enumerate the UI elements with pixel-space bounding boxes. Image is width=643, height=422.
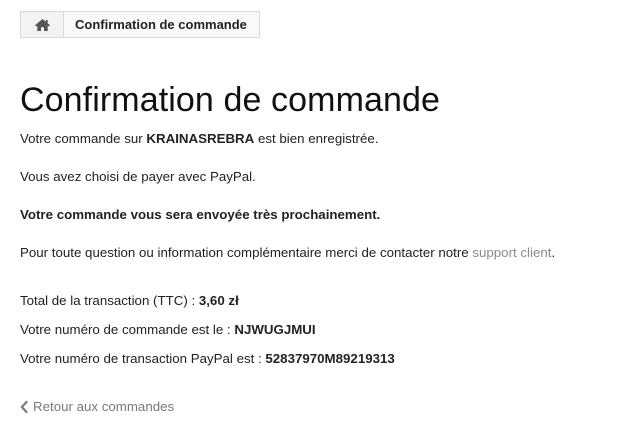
- breadcrumb-current: Confirmation de commande: [64, 12, 259, 37]
- order-confirmation-page: Confirmation de commande Confirmation de…: [0, 0, 643, 422]
- chevron-left-icon: [20, 401, 28, 413]
- order-registered-text: Votre commande sur KRAINASREBRA est bien…: [20, 130, 378, 148]
- paypal-transaction-value: 52837970M89219313: [265, 351, 395, 366]
- back-to-orders-link[interactable]: Retour aux commandes: [20, 398, 174, 416]
- intro-suffix: est bien enregistrée.: [254, 131, 379, 146]
- shop-name: KRAINASREBRA: [146, 131, 255, 146]
- support-prefix: Pour toute question ou information compl…: [20, 245, 473, 260]
- total-label: Total de la transaction (TTC) :: [20, 293, 199, 308]
- order-number-label: Votre numéro de commande est le :: [20, 322, 235, 337]
- breadcrumb: Confirmation de commande: [20, 11, 260, 38]
- shipping-note: Votre commande vous sera envoyée très pr…: [20, 207, 381, 222]
- transaction-total: Total de la transaction (TTC) : 3,60 zł: [20, 292, 239, 310]
- intro-prefix: Votre commande sur: [20, 131, 147, 146]
- support-link[interactable]: support client: [472, 245, 551, 260]
- paypal-transaction-label: Votre numéro de transaction PayPal est :: [20, 351, 266, 366]
- support-text: Pour toute question ou information compl…: [20, 244, 555, 262]
- home-icon: [34, 18, 50, 31]
- payment-method-text: Vous avez choisi de payer avec PayPal.: [20, 169, 256, 184]
- back-link-label: Retour aux commandes: [33, 399, 175, 414]
- order-number: Votre numéro de commande est le : NJWUGJ…: [20, 321, 316, 339]
- paypal-transaction-number: Votre numéro de transaction PayPal est :…: [20, 350, 395, 368]
- page-title: Confirmation de commande: [20, 81, 441, 119]
- order-number-value: NJWUGJMUI: [234, 322, 316, 337]
- support-suffix: .: [551, 245, 556, 260]
- breadcrumb-home[interactable]: [21, 12, 64, 37]
- total-value: 3,60 zł: [198, 293, 239, 308]
